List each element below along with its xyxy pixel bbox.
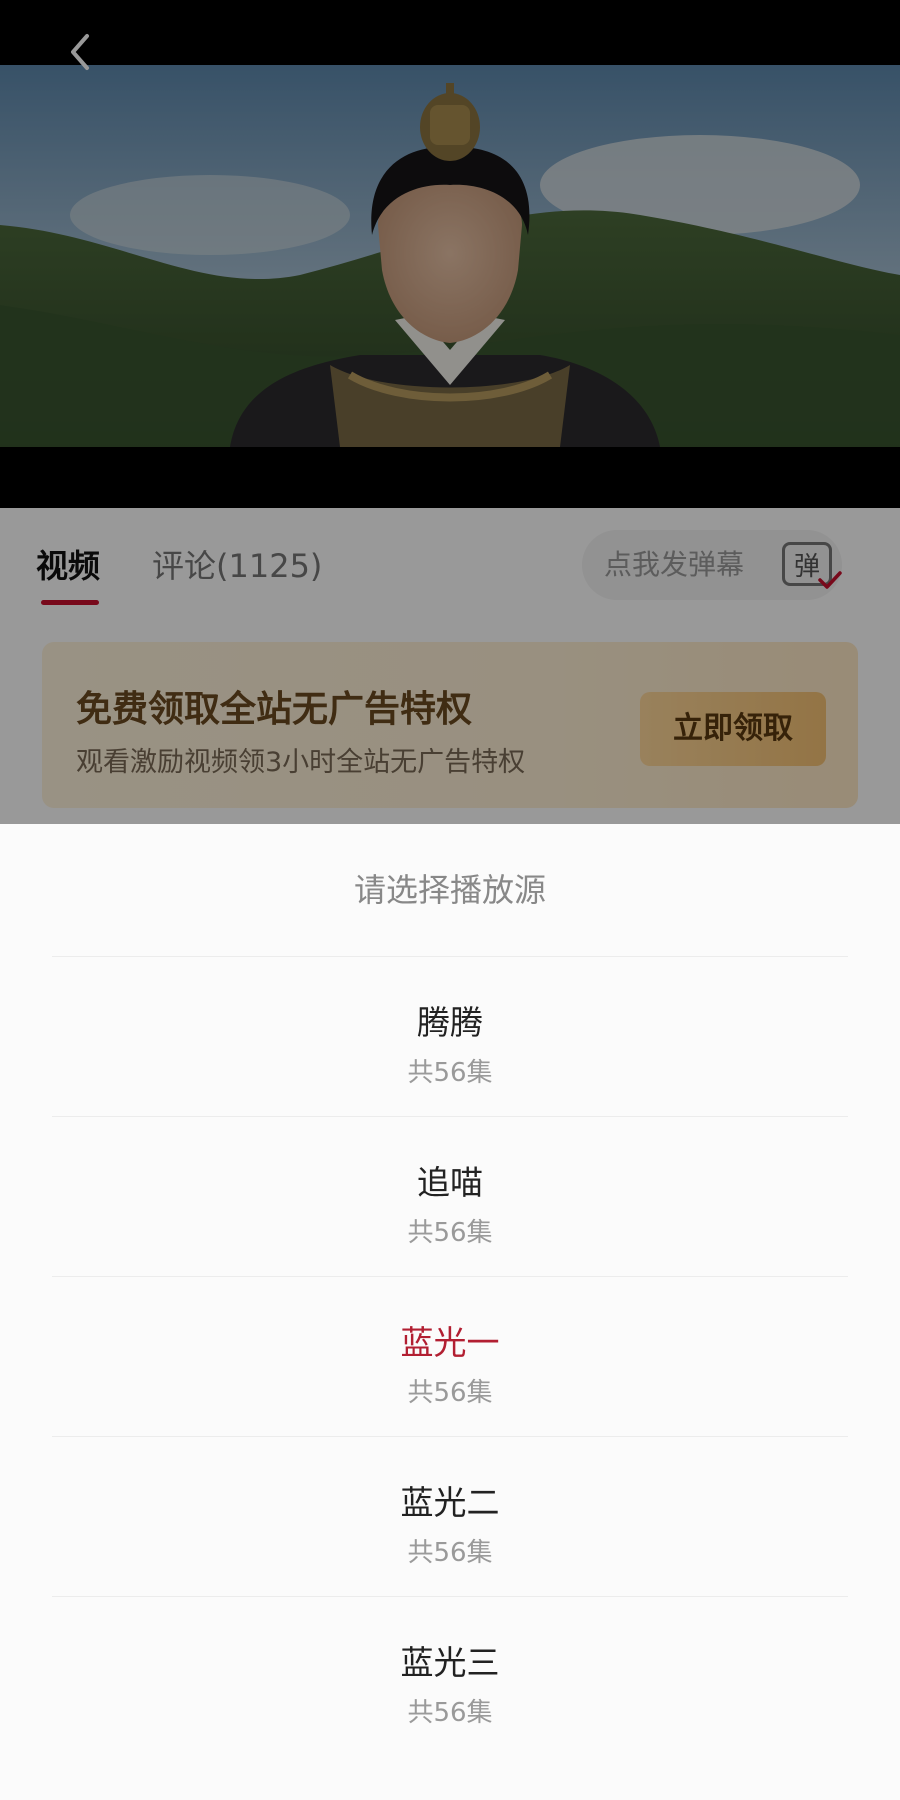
source-name: 蓝光一 (400, 1323, 500, 1362)
source-episode-count: 共56集 (407, 1058, 493, 1088)
source-name: 蓝光三 (400, 1643, 500, 1682)
source-item[interactable]: 蓝光三 共56集 (0, 1596, 900, 1756)
source-item-selected[interactable]: 蓝光一 共56集 (0, 1276, 900, 1436)
source-name: 蓝光二 (400, 1483, 500, 1522)
source-list: 腾腾 共56集 追喵 共56集 蓝光一 共56集 蓝光二 共56集 蓝光三 共5… (0, 956, 900, 1756)
source-item[interactable]: 腾腾 共56集 (0, 956, 900, 1116)
app-root: 视频 评论(1125) 点我发弹幕 弹 免费领取全站无广告特权 观看激励视频领3… (0, 0, 900, 1800)
source-episode-count: 共56集 (407, 1698, 493, 1728)
source-episode-count: 共56集 (407, 1538, 493, 1568)
sheet-title: 请选择播放源 (353, 871, 546, 909)
source-episode-count: 共56集 (407, 1218, 493, 1248)
source-name: 腾腾 (417, 1003, 483, 1042)
source-selection-sheet: 请选择播放源 腾腾 共56集 追喵 共56集 蓝光一 共56集 蓝光二 共56集… (0, 824, 900, 1800)
source-item[interactable]: 蓝光二 共56集 (0, 1436, 900, 1596)
modal-backdrop[interactable] (0, 0, 900, 824)
source-episode-count: 共56集 (407, 1378, 493, 1408)
source-name: 追喵 (417, 1163, 483, 1202)
source-item[interactable]: 追喵 共56集 (0, 1116, 900, 1276)
